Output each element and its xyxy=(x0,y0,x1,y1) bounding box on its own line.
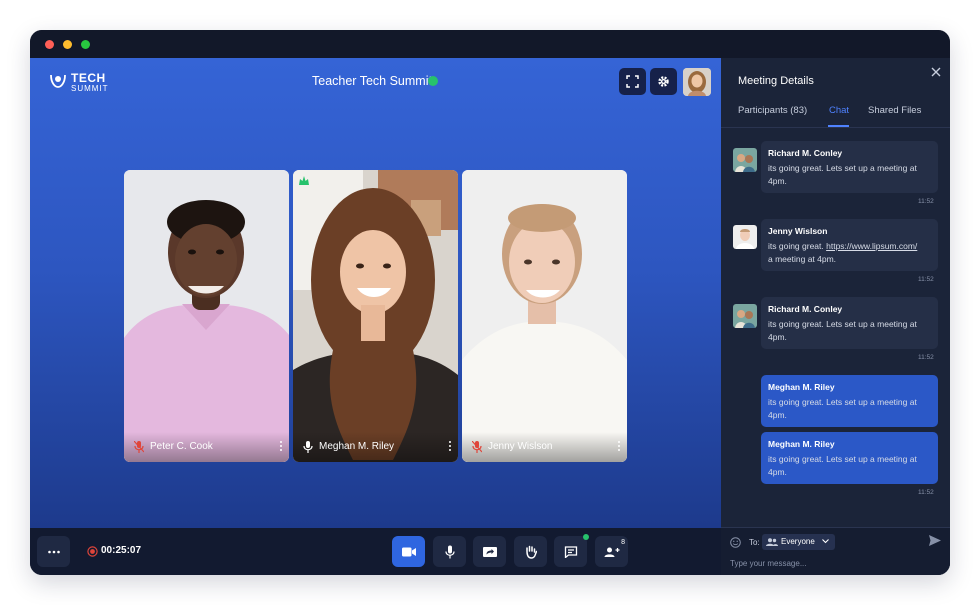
message-time: 11:52 xyxy=(918,198,934,205)
tile-more-options-icon[interactable] xyxy=(448,441,452,453)
fullscreen-icon xyxy=(626,75,639,88)
avatar-jenny xyxy=(733,225,757,249)
meeting-window: TECH SUMMIT Teacher Tech Summit Peter C.… xyxy=(30,30,950,575)
raise-hand-button[interactable] xyxy=(514,536,547,567)
message-text: its going great. Lets set up a meeting a… xyxy=(768,397,917,420)
close-icon[interactable] xyxy=(931,67,941,77)
participant-name: Peter C. Cook xyxy=(150,441,213,452)
video-tile-jenny[interactable]: Jenny Wislson xyxy=(462,170,627,462)
avatar-richard xyxy=(733,148,757,172)
title-bar xyxy=(30,30,950,58)
recording-icon xyxy=(87,546,98,557)
emoji-icon[interactable] xyxy=(730,537,741,548)
recipient-label: To: xyxy=(749,538,760,547)
microphone-toggle-button[interactable] xyxy=(433,536,466,567)
message-sender: Richard M. Conley xyxy=(768,304,843,314)
meeting-details-panel: Meeting Details Participants (83) Chat S… xyxy=(721,58,950,575)
participant-video-peter xyxy=(124,170,289,462)
message-text: its going great. Lets set up a meeting a… xyxy=(768,454,917,477)
tile-more-options-icon[interactable] xyxy=(279,441,283,453)
microphone-icon xyxy=(444,545,455,558)
chat-message-outgoing: Meghan M. Riley its going great. Lets se… xyxy=(761,432,938,484)
avatar xyxy=(733,148,757,172)
chat-message: Richard M. Conley its going great. Lets … xyxy=(761,297,938,349)
participant-video-jenny xyxy=(462,170,627,462)
message-text: its going great. https://www.lipsum.com/… xyxy=(768,240,931,266)
message-time: 11:52 xyxy=(918,489,934,496)
tab-participants[interactable]: Participants (83) xyxy=(738,105,807,116)
unread-indicator xyxy=(583,534,589,540)
recipient-select[interactable]: Everyone xyxy=(762,534,835,550)
message-time: 11:52 xyxy=(918,276,934,283)
tab-shared-files[interactable]: Shared Files xyxy=(868,105,921,116)
participants-count-badge: 8 xyxy=(621,539,625,546)
minimize-window-button[interactable] xyxy=(63,40,72,49)
speaking-indicator-icon xyxy=(299,176,309,185)
screen-share-button[interactable] xyxy=(473,536,506,567)
logo-text-top: TECH xyxy=(71,71,106,85)
meeting-timer: 00:25:07 xyxy=(101,545,142,556)
avatar xyxy=(733,225,757,249)
video-stage: TECH SUMMIT Teacher Tech Summit Peter C.… xyxy=(30,58,721,528)
close-window-button[interactable] xyxy=(45,40,54,49)
participant-name: Meghan M. Riley xyxy=(319,441,395,452)
logo-text-bottom: SUMMIT xyxy=(71,84,109,93)
chat-message: Jenny Wislson its going great. https://w… xyxy=(761,219,938,271)
message-time: 11:52 xyxy=(918,354,934,361)
host-avatar[interactable] xyxy=(683,68,711,96)
divider xyxy=(721,127,950,128)
send-icon[interactable] xyxy=(929,535,941,546)
chevron-down-icon xyxy=(822,539,829,544)
control-bar: 00:25:07 8 xyxy=(30,528,721,575)
meeting-title: Teacher Tech Summit xyxy=(312,74,432,88)
gear-icon xyxy=(658,76,669,87)
camera-toggle-button[interactable] xyxy=(392,536,425,567)
logo: TECH SUMMIT xyxy=(49,70,119,94)
maximize-window-button[interactable] xyxy=(81,40,90,49)
host-avatar-image xyxy=(683,68,711,96)
participant-video-meghan xyxy=(293,170,458,462)
message-sender: Meghan M. Riley xyxy=(768,382,835,392)
message-text: its going great. Lets set up a meeting a… xyxy=(768,319,917,342)
fullscreen-button[interactable] xyxy=(619,68,646,95)
logo-mark-icon xyxy=(50,74,66,88)
message-text: its going great. Lets set up a meeting a… xyxy=(768,163,917,186)
panel-title: Meeting Details xyxy=(738,75,814,87)
message-sender: Meghan M. Riley xyxy=(768,439,835,449)
recipient-value: Everyone xyxy=(781,537,815,546)
mic-muted-icon xyxy=(472,441,482,453)
message-composer: To: Everyone xyxy=(721,527,950,575)
avatar xyxy=(733,304,757,328)
participant-name: Jenny Wislson xyxy=(488,441,553,452)
tile-more-options-icon[interactable] xyxy=(617,441,621,453)
participants-icon xyxy=(604,547,619,557)
avatar-richard xyxy=(733,304,757,328)
message-input[interactable] xyxy=(730,556,940,570)
message-text-after: a meeting at 4pm. xyxy=(768,254,837,264)
chat-bubble-icon xyxy=(564,545,577,558)
screen-share-icon xyxy=(482,546,497,557)
message-text-before: its going great. xyxy=(768,241,827,251)
live-status-icon xyxy=(428,76,438,86)
raise-hand-icon xyxy=(525,545,537,559)
chat-message-outgoing: Meghan M. Riley its going great. Lets se… xyxy=(761,375,938,427)
video-camera-icon xyxy=(401,547,416,556)
message-sender: Richard M. Conley xyxy=(768,148,843,158)
video-tile-peter[interactable]: Peter C. Cook xyxy=(124,170,289,462)
mic-muted-icon xyxy=(134,441,144,453)
message-link[interactable]: https://www.lipsum.com/ xyxy=(826,241,917,251)
settings-button[interactable] xyxy=(650,68,677,95)
more-options-button[interactable] xyxy=(37,536,70,567)
video-tile-meghan[interactable]: Meghan M. Riley xyxy=(293,170,458,462)
participants-button[interactable]: 8 xyxy=(595,536,628,567)
mic-icon xyxy=(303,441,313,453)
chat-message: Richard M. Conley its going great. Lets … xyxy=(761,141,938,193)
group-icon xyxy=(766,538,778,546)
more-horizontal-icon xyxy=(47,550,60,553)
tab-chat[interactable]: Chat xyxy=(829,105,849,116)
message-sender: Jenny Wislson xyxy=(768,226,828,236)
chat-button[interactable] xyxy=(554,534,589,567)
